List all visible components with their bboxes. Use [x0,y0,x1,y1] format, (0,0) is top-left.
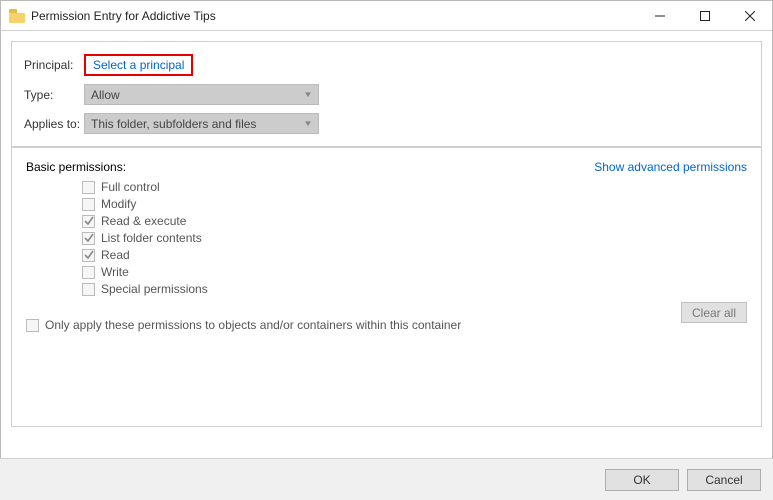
type-label: Type: [24,88,84,102]
ok-button[interactable]: OK [605,469,679,491]
permission-label: Modify [101,197,136,211]
permissions-list: Full control Modify Read & execute List … [82,180,747,296]
window-title: Permission Entry for Addictive Tips [31,9,637,23]
permissions-panel: Basic permissions: Show advanced permiss… [11,147,762,427]
maximize-button[interactable] [682,1,727,30]
minimize-button[interactable] [637,1,682,30]
maximize-icon [700,11,710,21]
applies-to-label: Applies to: [24,117,84,131]
permission-label: Read & execute [101,214,186,228]
checkbox[interactable] [26,319,39,332]
applies-to-dropdown[interactable]: This folder, subfolders and files ▼ [84,113,319,134]
folder-icon [9,9,25,23]
permission-label: Full control [101,180,160,194]
minimize-icon [655,11,665,21]
permission-read[interactable]: Read [82,248,747,262]
chevron-down-icon: ▼ [303,90,313,99]
close-icon [745,11,755,21]
permission-list-folder[interactable]: List folder contents [82,231,747,245]
basic-permissions-heading: Basic permissions: [26,160,126,174]
applies-to-value: This folder, subfolders and files [91,117,256,131]
clear-all-button[interactable]: Clear all [681,302,747,323]
only-apply-label: Only apply these permissions to objects … [45,318,461,332]
permission-special[interactable]: Special permissions [82,282,747,296]
close-button[interactable] [727,1,772,30]
permission-read-execute[interactable]: Read & execute [82,214,747,228]
select-principal-highlight: Select a principal [84,54,193,76]
checkbox[interactable] [82,249,95,262]
principal-row: Principal: Select a principal [24,54,749,76]
checkbox[interactable] [82,181,95,194]
permission-full-control[interactable]: Full control [82,180,747,194]
checkbox[interactable] [82,266,95,279]
principal-panel: Principal: Select a principal Type: Allo… [11,41,762,147]
dialog-body: Principal: Select a principal Type: Allo… [1,31,772,437]
select-principal-link[interactable]: Select a principal [89,58,188,72]
cancel-button[interactable]: Cancel [687,469,761,491]
checkbox[interactable] [82,198,95,211]
permission-modify[interactable]: Modify [82,197,747,211]
only-apply-row[interactable]: Only apply these permissions to objects … [26,318,747,332]
applies-to-row: Applies to: This folder, subfolders and … [24,113,749,134]
type-value: Allow [91,88,120,102]
permission-label: Read [101,248,130,262]
checkbox[interactable] [82,215,95,228]
show-advanced-permissions-link[interactable]: Show advanced permissions [594,160,747,174]
checkbox[interactable] [82,283,95,296]
dialog-footer: OK Cancel [0,458,773,500]
type-dropdown[interactable]: Allow ▼ [84,84,319,105]
type-row: Type: Allow ▼ [24,84,749,105]
permission-write[interactable]: Write [82,265,747,279]
permission-label: List folder contents [101,231,202,245]
permission-label: Special permissions [101,282,208,296]
permission-label: Write [101,265,129,279]
title-bar: Permission Entry for Addictive Tips [1,1,772,31]
chevron-down-icon: ▼ [303,119,313,128]
checkbox[interactable] [82,232,95,245]
permissions-header: Basic permissions: Show advanced permiss… [26,160,747,174]
principal-label: Principal: [24,58,84,72]
